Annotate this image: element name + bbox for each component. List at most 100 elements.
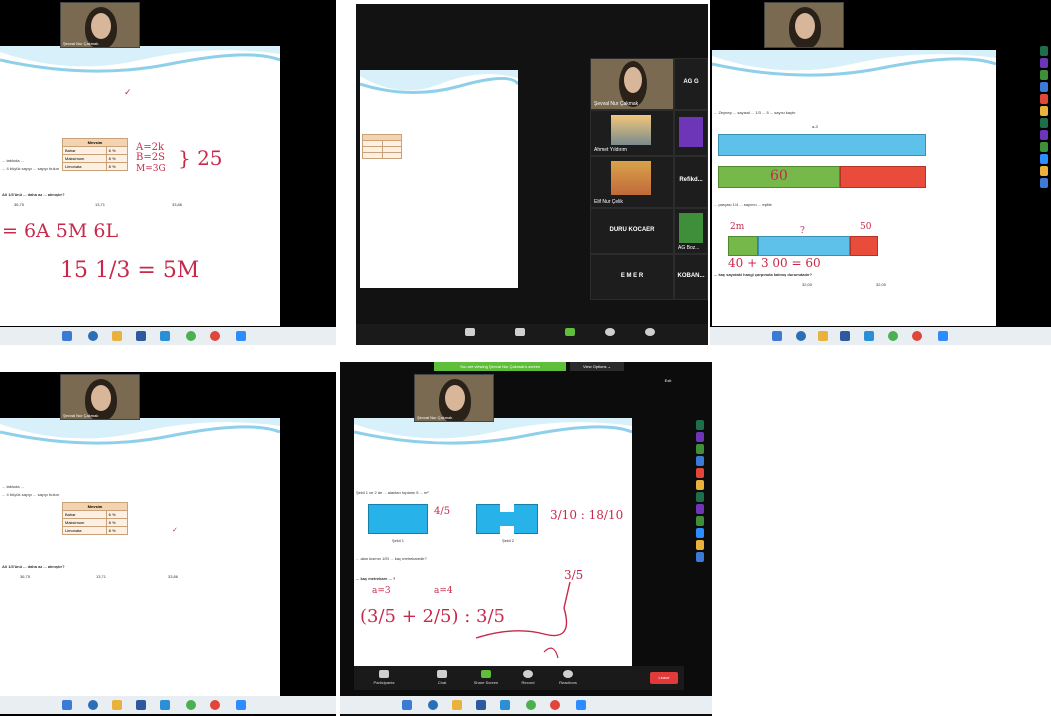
store-icon[interactable]: [136, 700, 146, 710]
taskbar: [340, 696, 712, 714]
slide-header-wave: [712, 50, 996, 77]
pen-mark: ✓: [172, 526, 178, 534]
handwriting: 3/10 : 18/10: [550, 508, 624, 522]
chrome-icon[interactable]: [210, 331, 220, 341]
video-tile[interactable]: AG Boz...: [674, 208, 708, 254]
video-tile[interactable]: Elif Nur Çelik: [590, 156, 674, 208]
panel-4: ... tabloda ... ... 4 büyük sayıyı ... s…: [0, 372, 336, 716]
chrome-icon[interactable]: [912, 331, 922, 341]
table-cell: Bahar: [62, 510, 107, 519]
share-screen-button[interactable]: Share Screen: [468, 670, 504, 685]
video-tile[interactable]: DURU KOCAER: [590, 208, 674, 254]
share-icon: [481, 670, 491, 678]
chrome-icon[interactable]: [186, 700, 196, 710]
leave-button[interactable]: Leave: [650, 672, 678, 684]
windows-icon[interactable]: [402, 700, 412, 710]
taskbar: [0, 696, 336, 714]
chrome-icon[interactable]: [550, 700, 560, 710]
video-tile[interactable]: Refikd...: [674, 156, 708, 208]
windows-icon[interactable]: [62, 700, 72, 710]
participants-button[interactable]: [452, 328, 488, 338]
presenter-name: Şevval Nur Çakmak: [63, 41, 99, 46]
video-tile[interactable]: Şevval Nur Çakmak: [590, 58, 674, 110]
folder-icon[interactable]: [112, 331, 122, 341]
question-text: Ali 1/3'ünü ... daha az ... almıştır?: [2, 192, 65, 197]
participant-name: Ahmet Yıldırım: [594, 147, 627, 153]
windows-icon[interactable]: [62, 331, 72, 341]
handwriting: 50: [860, 222, 872, 232]
video-tile[interactable]: KOBAN...: [674, 254, 708, 300]
panel-1: ... tabloda ... ... 4 büyük sayıyı ... s…: [0, 0, 336, 345]
edge-icon[interactable]: [88, 700, 98, 710]
chrome-icon[interactable]: [526, 700, 536, 710]
zoom-icon[interactable]: [236, 700, 246, 710]
video-tile[interactable]: [674, 110, 708, 156]
table-cell: Limonata: [62, 162, 107, 171]
question-text: ... kaç metrekare ... ?: [356, 576, 396, 581]
handwriting: 15 1/3 = 5M: [60, 258, 200, 283]
option: 36,75: [14, 202, 25, 207]
zoom-icon[interactable]: [236, 331, 246, 341]
reactions-button[interactable]: [632, 328, 668, 338]
option: 33,86: [168, 574, 179, 579]
folder-icon[interactable]: [818, 331, 828, 341]
green-segment: [728, 236, 758, 256]
app-icon[interactable]: [864, 331, 874, 341]
table-cell: Maksimum: [62, 518, 107, 527]
chat-button[interactable]: Chat: [424, 670, 460, 685]
share-screen-button[interactable]: [552, 328, 588, 338]
participant-name: E M E R: [620, 272, 644, 279]
record-button[interactable]: [592, 328, 628, 338]
participant-name: KOBAN...: [677, 272, 705, 279]
chat-button[interactable]: [502, 328, 538, 338]
app-icon[interactable]: [500, 700, 510, 710]
chrome-icon[interactable]: [210, 700, 220, 710]
red-segment: [850, 236, 878, 256]
app-icon[interactable]: [160, 331, 170, 341]
meeting-toolbar: Participants Chat Share Screen Record Re…: [354, 666, 684, 690]
chrome-icon[interactable]: [186, 331, 196, 341]
toolbar-label: Participants: [373, 680, 395, 685]
participants-button[interactable]: Participants: [366, 670, 402, 685]
presenter-name: Şevval Nur Çakmak: [63, 413, 99, 418]
table-cell: 8 %: [105, 518, 129, 527]
shape-caption: Şekil 1: [392, 538, 405, 543]
reactions-button[interactable]: Reactions: [550, 670, 586, 685]
handwriting-curve: [475, 581, 571, 659]
view-options-button[interactable]: View Options ⌄: [570, 362, 624, 371]
meeting-toolbar: [356, 324, 708, 345]
windows-icon[interactable]: [772, 331, 782, 341]
presenter-video[interactable]: Şevval Nur Çakmak: [60, 374, 140, 420]
table-header: Mevsim: [62, 138, 128, 147]
folder-icon[interactable]: [112, 700, 122, 710]
store-icon[interactable]: [840, 331, 850, 341]
edge-icon[interactable]: [796, 331, 806, 341]
folder-icon[interactable]: [452, 700, 462, 710]
video-tile[interactable]: E M E R: [590, 254, 674, 300]
video-tile[interactable]: AG G: [674, 58, 708, 110]
presenter-video[interactable]: [764, 2, 844, 48]
store-icon[interactable]: [476, 700, 486, 710]
store-icon[interactable]: [136, 331, 146, 341]
handwriting: 4/5: [434, 506, 451, 517]
record-button[interactable]: Record: [510, 670, 546, 685]
toolbar-label: Chat: [437, 680, 447, 685]
exit-button[interactable]: Exit: [656, 376, 680, 386]
zoom-icon[interactable]: [938, 331, 948, 341]
app-icon[interactable]: [160, 700, 170, 710]
table-cell: 8 %: [105, 154, 129, 163]
chrome-icon[interactable]: [888, 331, 898, 341]
data-table: Mevsim Bahar 6 % Maksimum 8 % Limonata 8 %: [62, 138, 129, 171]
shape-caption: Şekil 2: [502, 538, 515, 543]
table-cell: Bahar: [62, 146, 107, 155]
presenter-video[interactable]: Şevval Nur Çakmak: [414, 374, 494, 422]
presenter-video[interactable]: Şevval Nur Çakmak: [60, 2, 140, 48]
zoom-icon[interactable]: [576, 700, 586, 710]
table-cell: Maksimum: [62, 154, 107, 163]
lesson-slide: Şekil 1 ve 2 de ... alanları toplamı 5 .…: [354, 418, 632, 666]
edge-icon[interactable]: [428, 700, 438, 710]
edge-icon[interactable]: [88, 331, 98, 341]
record-icon: [523, 670, 533, 678]
video-tile[interactable]: Ahmet Yıldırım: [590, 110, 674, 156]
pen-mark: ✓: [124, 88, 132, 98]
